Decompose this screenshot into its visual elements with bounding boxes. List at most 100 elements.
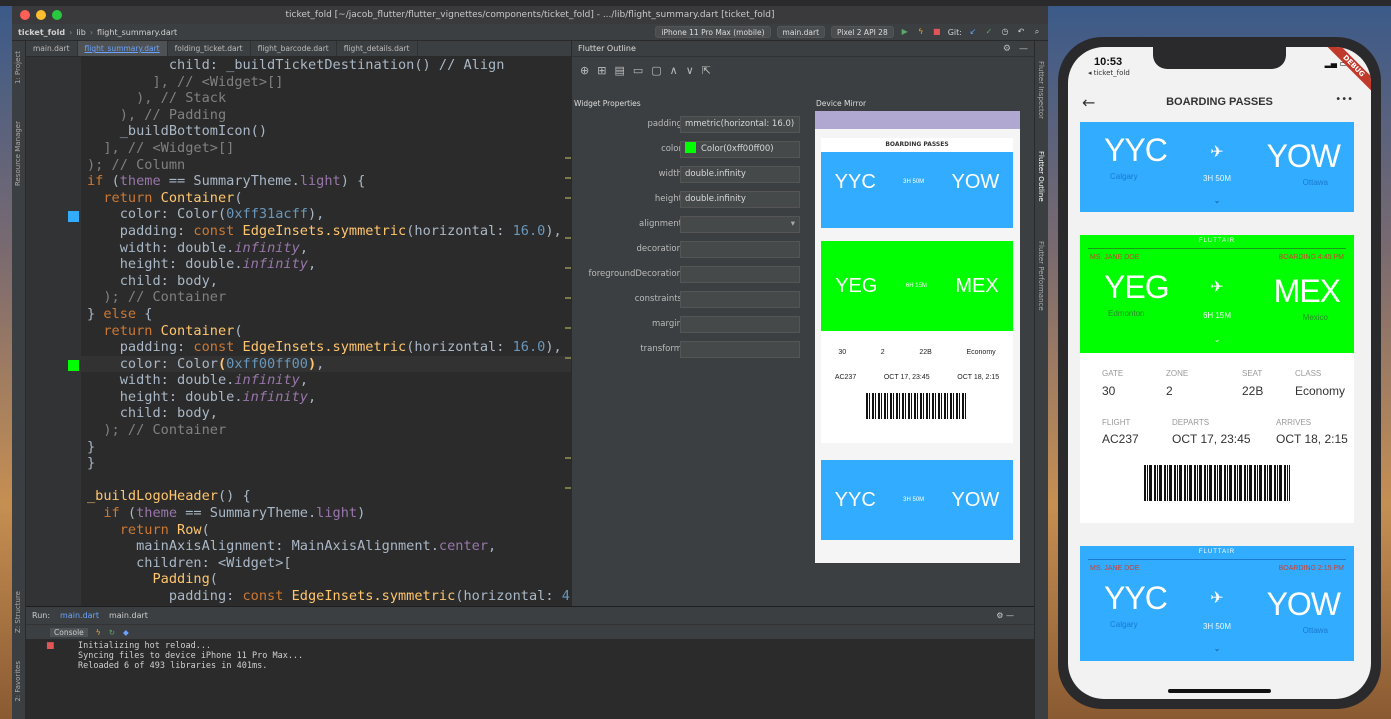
code-line[interactable]: children: <Widget>[ (81, 555, 571, 572)
container-widget-icon[interactable]: ▢ (651, 64, 661, 77)
code-line[interactable]: } (81, 439, 571, 456)
undo-icon[interactable]: ↶ (1016, 27, 1026, 37)
favorites-tool-tab[interactable]: 2: Favorites (14, 661, 22, 702)
flutter-performance-tab[interactable]: Flutter Performance (1037, 241, 1045, 311)
code-area[interactable]: child: _buildTicketDestination() // Alig… (81, 57, 571, 606)
ticket-3[interactable]: FLUTTAIR MS. JANE DOE BOARDING 2:15 PM Y… (1080, 546, 1354, 661)
code-line[interactable]: ); // Container (81, 422, 571, 439)
run-icon[interactable]: ▶ (900, 27, 910, 37)
code-line[interactable]: if (theme == SummaryTheme.light) (81, 505, 571, 522)
flutter-inspector-tab[interactable]: Flutter Inspector (1037, 61, 1045, 119)
center-widget-icon[interactable]: ⊕ (580, 64, 589, 77)
resource-manager-tab[interactable]: Resource Manager (14, 121, 22, 186)
code-line[interactable]: ); // Container (81, 289, 571, 306)
extract-widget-icon[interactable]: ⇱ (702, 64, 711, 77)
property-value-field[interactable]: double.infinity (680, 191, 800, 208)
property-value-field[interactable]: mmetric(horizontal: 16.0) (680, 116, 800, 133)
run-config-selector[interactable]: main.dart (776, 26, 826, 38)
code-line[interactable]: } (81, 455, 571, 472)
code-line[interactable]: ); // Column (81, 157, 571, 174)
code-line[interactable]: padding: const EdgeInsets.symmetric(hori… (81, 223, 571, 240)
device-selector[interactable]: iPhone 11 Pro Max (mobile) (655, 26, 771, 38)
settings-icon[interactable]: ⚙ (1003, 44, 1011, 54)
property-value-field[interactable] (680, 266, 800, 283)
code-line[interactable]: mainAxisAlignment: MainAxisAlignment.cen… (81, 538, 571, 555)
code-line[interactable]: child: _buildTicketDestination() // Alig… (81, 57, 571, 74)
hot-reload-icon[interactable]: ϟ (916, 27, 926, 37)
code-line[interactable]: color: Color(0xff00ff00), (81, 355, 571, 373)
git-commit-icon[interactable]: ✓ (984, 27, 994, 37)
code-line[interactable] (81, 472, 571, 489)
minimize-panel-icon[interactable]: — (1019, 44, 1028, 54)
chevron-down-icon-3[interactable]: ⌄ (1080, 644, 1354, 653)
code-line[interactable]: Padding( (81, 571, 571, 588)
row-widget-icon[interactable]: ▭ (633, 64, 643, 77)
breadcrumb-lib[interactable]: lib (76, 28, 86, 37)
color-swatch-green[interactable] (68, 360, 79, 371)
code-line[interactable]: child: body, (81, 405, 571, 422)
code-line[interactable]: padding: const EdgeInsets.symmetric(hori… (81, 339, 571, 356)
devtools-icon[interactable]: ◆ (123, 628, 129, 637)
chevron-down-icon-2[interactable]: ⌄ (1080, 335, 1354, 344)
run-tab-1[interactable]: main.dart (60, 611, 99, 620)
run-settings-icon[interactable]: ⚙ — (996, 611, 1034, 620)
code-line[interactable]: width: double.infinity, (81, 240, 571, 257)
move-up-icon[interactable]: ∧ (670, 64, 678, 77)
code-line[interactable]: width: double.infinity, (81, 372, 571, 389)
code-line[interactable]: ], // <Widget>[] (81, 140, 571, 157)
git-update-icon[interactable]: ↙ (968, 27, 978, 37)
code-line[interactable]: height: double.infinity, (81, 256, 571, 273)
property-value-field[interactable] (680, 341, 800, 358)
code-line[interactable]: child: body, (81, 273, 571, 290)
dropdown-arrow-icon[interactable]: ▾ (791, 217, 795, 232)
property-value-field[interactable] (680, 241, 800, 258)
code-line[interactable]: if (theme == SummaryTheme.light) { (81, 173, 571, 190)
code-line[interactable]: _buildBottomIcon() (81, 123, 571, 140)
ticket-2[interactable]: FLUTTAIR MS. JANE DOE BOARDING 4:45 PM Y… (1080, 235, 1354, 353)
code-line[interactable]: _buildLogoHeader() { (81, 488, 571, 505)
code-line[interactable]: padding: const EdgeInsets.symmetric(hori… (81, 588, 571, 605)
code-line[interactable]: ], // <Widget>[] (81, 74, 571, 91)
history-icon[interactable]: ◷ (1000, 27, 1010, 37)
padding-widget-icon[interactable]: ⊞ (597, 64, 606, 77)
more-menu-icon[interactable]: ••• (1335, 94, 1353, 105)
property-value-field[interactable] (680, 291, 800, 308)
breadcrumb-file[interactable]: flight_summary.dart (97, 28, 177, 37)
stop-icon[interactable]: ■ (932, 27, 942, 37)
tab-folding-ticket[interactable]: folding_ticket.dart (168, 41, 251, 56)
search-icon[interactable]: ⌕ (1032, 27, 1042, 37)
hot-restart-icon[interactable]: ↻ (109, 628, 115, 637)
ticket-1[interactable]: YYC Calgary ✈ 3H 50M YOW Ottawa ⌄ (1080, 122, 1354, 212)
tab-flight-barcode[interactable]: flight_barcode.dart (251, 41, 337, 56)
hot-reload-console-icon[interactable]: ϟ (96, 628, 101, 637)
emulator-selector[interactable]: Pixel 2 API 28 (831, 26, 894, 38)
project-tool-tab[interactable]: 1: Project (14, 51, 22, 84)
property-value-field[interactable]: ▾ (680, 216, 800, 233)
code-line[interactable]: return Container( (81, 190, 571, 207)
breadcrumb-project[interactable]: ticket_fold (18, 28, 65, 37)
tab-main-dart[interactable]: main.dart (26, 41, 78, 56)
run-tab-2[interactable]: main.dart (109, 611, 148, 620)
column-widget-icon[interactable]: ▤ (614, 64, 624, 77)
console-tab[interactable]: Console (50, 627, 88, 637)
color-swatch-blue[interactable] (68, 211, 79, 222)
code-line[interactable]: height: double.infinity, (81, 389, 571, 406)
back-to-app[interactable]: ◂ ticket_fold (1088, 69, 1130, 77)
code-line[interactable]: } else { (81, 306, 571, 323)
tab-flight-details[interactable]: flight_details.dart (337, 41, 418, 56)
chevron-down-icon[interactable]: ⌄ (1080, 196, 1354, 205)
property-value-field[interactable] (680, 316, 800, 333)
flutter-outline-tab[interactable]: Flutter Outline (1037, 151, 1045, 202)
stop-run-icon[interactable]: ■ (46, 641, 55, 651)
structure-tool-tab[interactable]: Z: Structure (14, 591, 22, 633)
move-down-icon[interactable]: ∨ (686, 64, 694, 77)
property-value-field[interactable]: double.infinity (680, 166, 800, 183)
property-value-field[interactable]: Color(0xff00ff00) (680, 141, 800, 158)
code-line[interactable]: ), // Padding (81, 107, 571, 124)
color-swatch[interactable] (685, 142, 696, 153)
code-line[interactable]: return Container( (81, 323, 571, 340)
tab-flight-summary[interactable]: flight_summary.dart (77, 41, 168, 56)
code-line[interactable]: ), // Stack (81, 90, 571, 107)
code-line[interactable]: color: Color(0xff31acff), (81, 206, 571, 223)
code-line[interactable]: return Row( (81, 522, 571, 539)
